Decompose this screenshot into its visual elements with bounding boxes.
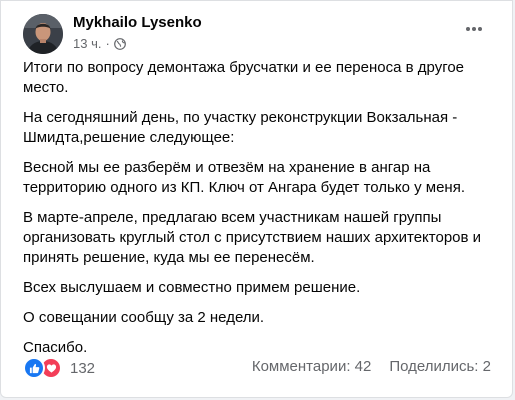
post-paragraph: О совещании сообщу за 2 недели.: [23, 309, 265, 326]
author-name[interactable]: Mykhailo Lysenko: [73, 14, 202, 31]
post-stats: Комментарии: 42 Поделились: 2: [252, 358, 491, 375]
post-paragraph: В марте-апреле, предлагаю всем участника…: [23, 209, 482, 266]
reactions-summary[interactable]: 132: [23, 357, 95, 379]
avatar-image: [23, 14, 63, 54]
meta-separator: ·: [105, 36, 110, 51]
avatar[interactable]: [23, 14, 63, 54]
globe-icon[interactable]: [113, 37, 126, 50]
more-options-icon[interactable]: [464, 21, 484, 37]
post-body: Итоги по вопросу демонтажа брусчатки и е…: [23, 58, 495, 368]
post-paragraph: Всех выслушаем и совместно примем решени…: [23, 279, 361, 296]
like-icon: [23, 357, 45, 379]
comments-count-link[interactable]: Комментарии: 42: [252, 358, 372, 375]
stats-spacer: [371, 358, 389, 375]
post-paragraph: Спасибо.: [23, 339, 88, 356]
post-paragraph: Итоги по вопросу демонтажа брусчатки и е…: [23, 59, 465, 96]
post-paragraph: На сегодняшний день, по участку реконстр…: [23, 109, 458, 146]
shares-count-link[interactable]: Поделились: 2: [389, 358, 491, 375]
facebook-post: Mykhailo Lysenko 13 ч. · Итоги по вопрос…: [0, 0, 513, 398]
reaction-count: 132: [70, 359, 96, 377]
post-meta: 13 ч. ·: [73, 36, 126, 51]
post-timestamp[interactable]: 13 ч.: [73, 36, 101, 51]
post-paragraph: Весной мы ее разберём и отвезём на хране…: [23, 159, 465, 196]
